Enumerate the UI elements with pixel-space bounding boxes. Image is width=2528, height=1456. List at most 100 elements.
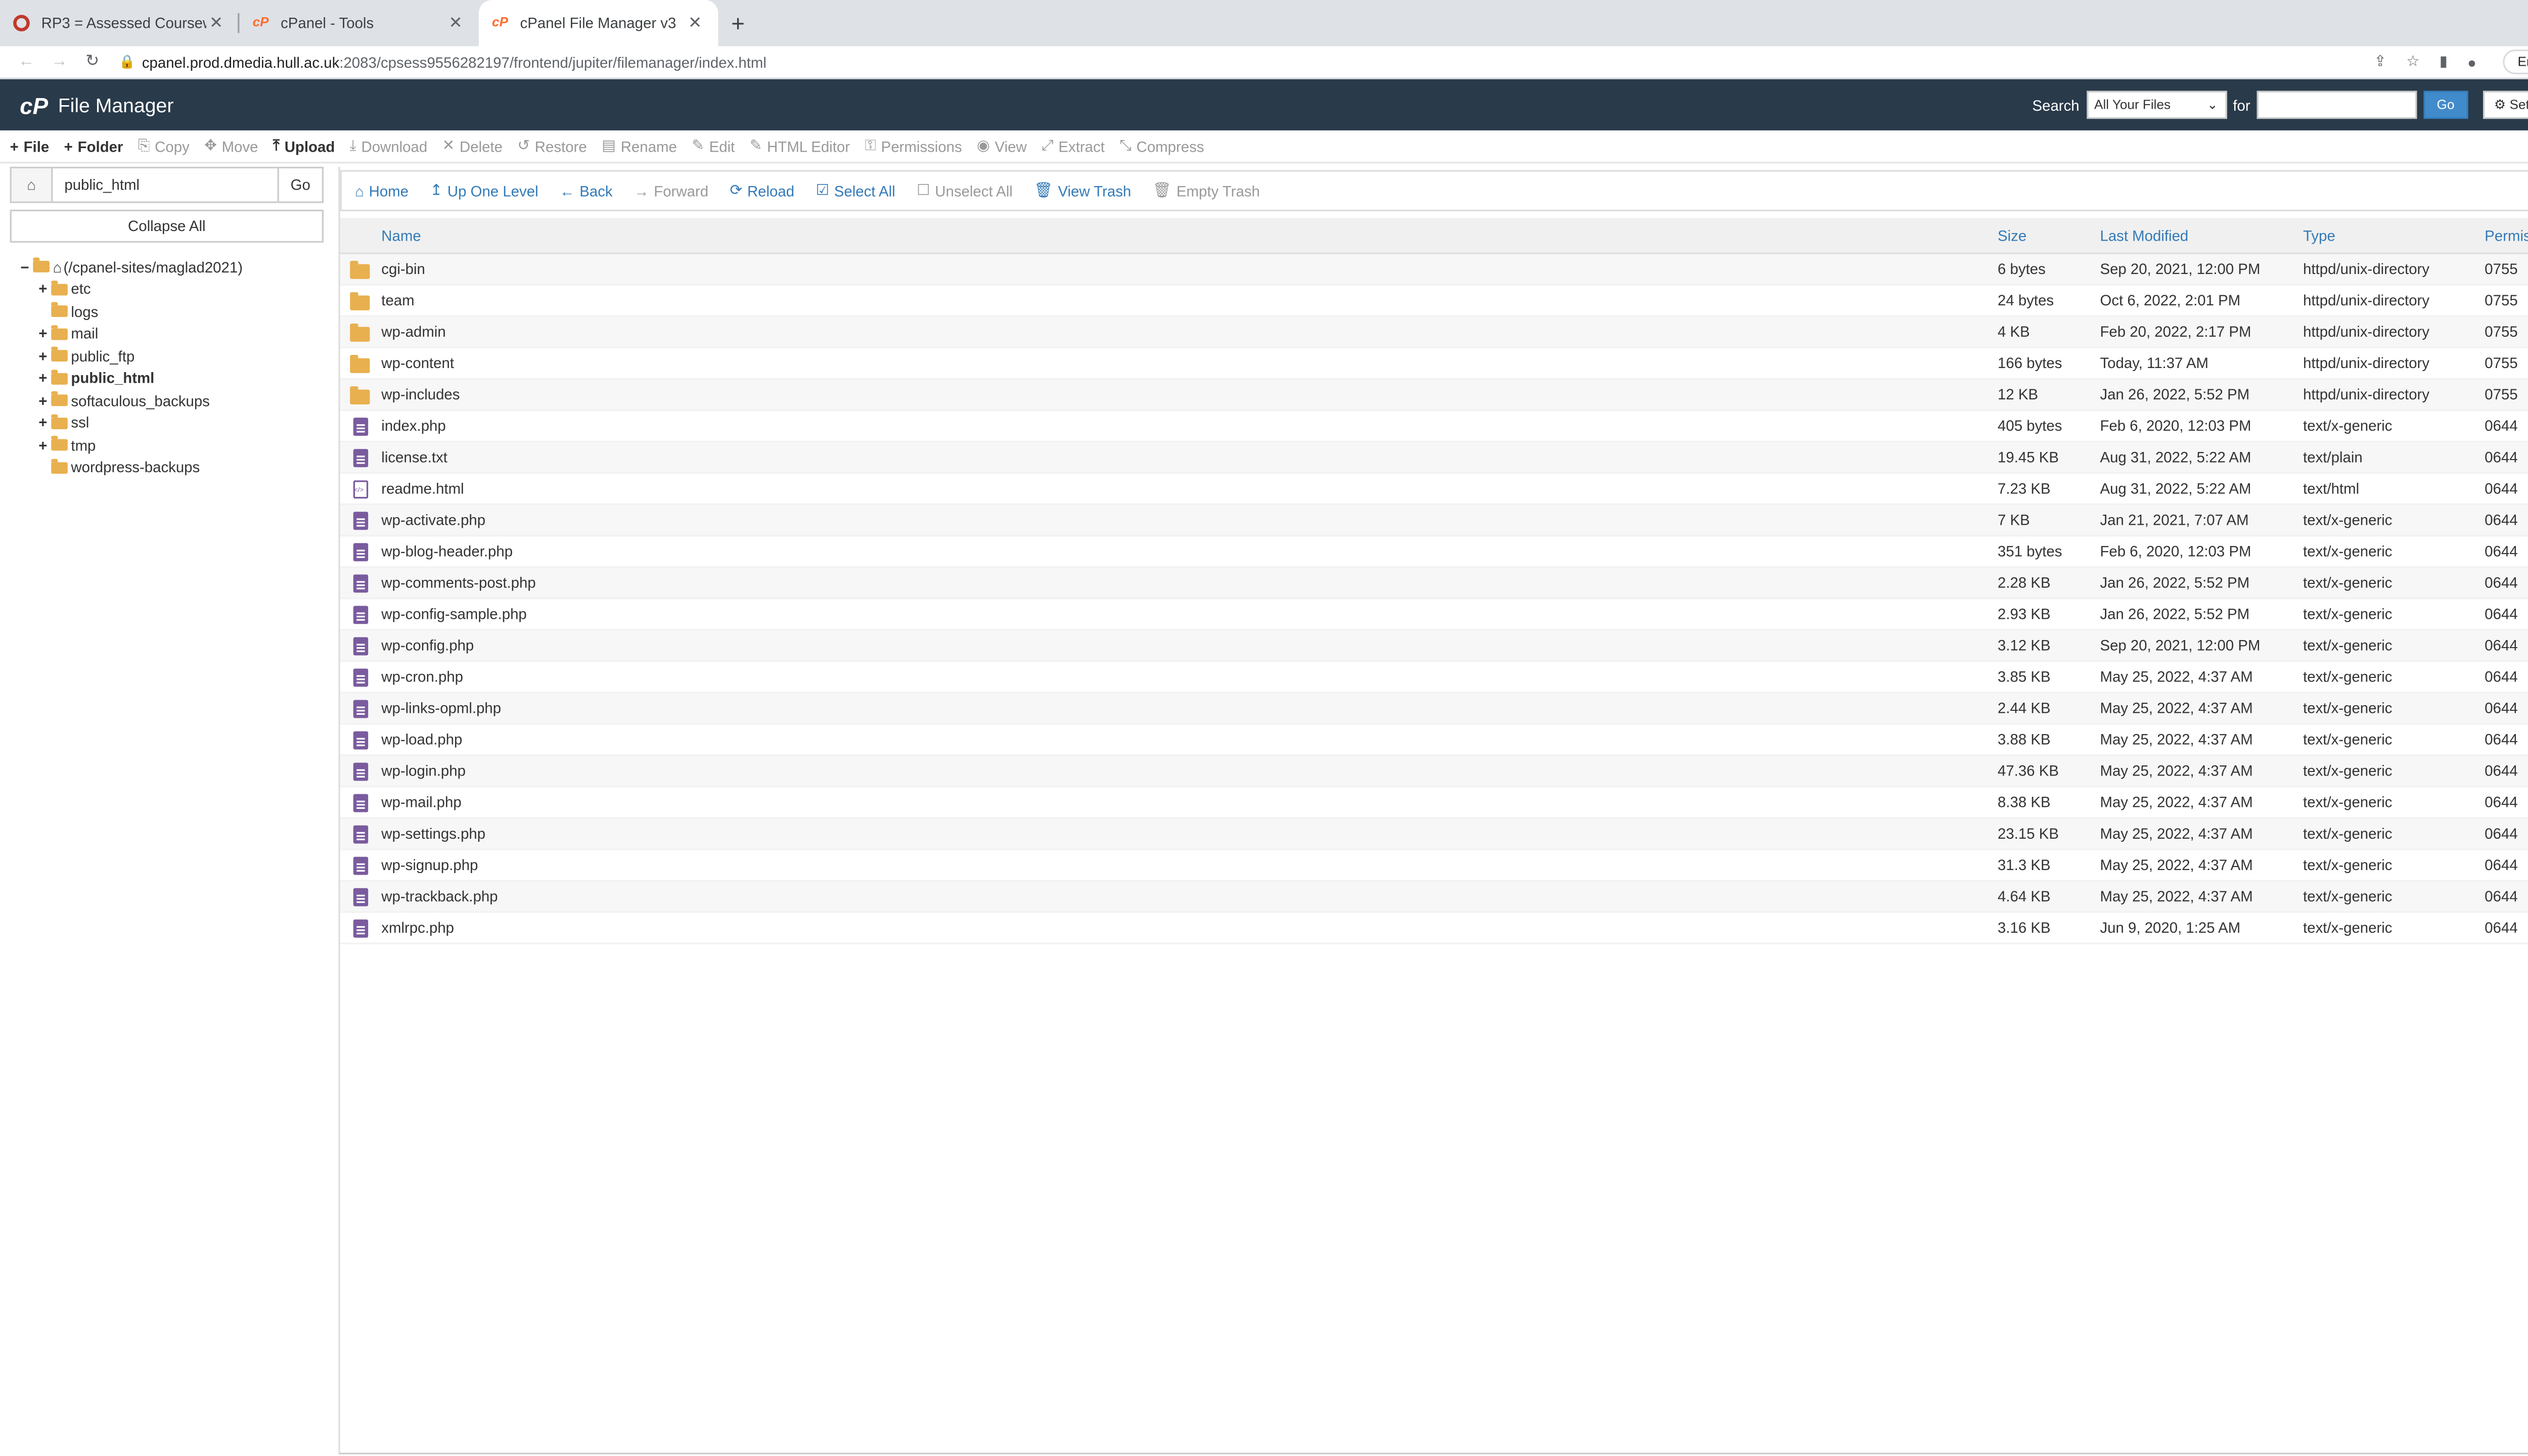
view-icon: ◉ bbox=[977, 137, 990, 154]
table-row[interactable]: wp-links-opml.php 2.44 KB May 25, 2022, 4:… bbox=[340, 693, 2528, 725]
table-row[interactable]: index.php 405 bytes Feb 6, 2020, 12:03 PM t… bbox=[340, 411, 2528, 443]
table-row[interactable]: wp-activate.php 7 KB Jan 21, 2021, 7:07 AM… bbox=[340, 505, 2528, 537]
search-go-button[interactable]: Go bbox=[2423, 90, 2468, 119]
search-input[interactable] bbox=[2256, 90, 2417, 119]
html-editor-button[interactable]: ✎ HTML Editor bbox=[750, 137, 850, 155]
browser-tab-rp3[interactable]: RP3 = Assessed Coursework - ✕ bbox=[0, 0, 240, 46]
column-last-modified[interactable]: Last Modified bbox=[2100, 227, 2303, 244]
sidebar-icon[interactable]: ▮ bbox=[2440, 53, 2448, 71]
folder-button[interactable]: + Folder bbox=[64, 138, 123, 155]
table-row[interactable]: wp-blog-header.php 351 bytes Feb 6, 2020, … bbox=[340, 536, 2528, 568]
rename-button[interactable]: ▤ Rename bbox=[602, 137, 677, 155]
empty-trash-button[interactable]: 🗑 Empty Trash bbox=[1153, 181, 1260, 200]
forward-arrow-icon[interactable]: → bbox=[43, 53, 76, 71]
collapse-toggle-icon[interactable]: − bbox=[17, 259, 33, 276]
table-row[interactable]: xmlrpc.php 3.16 KB Jun 9, 2020, 1:25 AM tex… bbox=[340, 913, 2528, 944]
table-row[interactable]: readme.html 7.23 KB Aug 31, 2022, 5:22 AM t… bbox=[340, 474, 2528, 506]
expand-toggle-icon[interactable]: + bbox=[35, 415, 52, 431]
new-tab-icon[interactable]: + bbox=[718, 0, 757, 46]
table-row[interactable]: wp-mail.php 8.38 KB May 25, 2022, 4:37 AM t… bbox=[340, 788, 2528, 819]
browser-tab-cpanel-tools[interactable]: cP cPanel - Tools ✕ bbox=[239, 0, 478, 46]
expand-toggle-icon[interactable]: + bbox=[35, 348, 52, 365]
reload-button[interactable]: ⟳ Reload bbox=[730, 181, 795, 200]
share-icon[interactable]: ⇪ bbox=[2374, 53, 2386, 71]
download-button[interactable]: ⤓ Download bbox=[350, 137, 428, 155]
forward-button[interactable]: → Forward bbox=[634, 183, 708, 199]
expand-toggle-icon[interactable]: + bbox=[35, 437, 52, 453]
star-icon[interactable]: ☆ bbox=[2406, 53, 2419, 71]
path-go-button[interactable]: Go bbox=[277, 168, 322, 202]
expand-toggle-icon[interactable]: + bbox=[35, 326, 52, 342]
table-row[interactable]: wp-includes 12 KB Jan 26, 2022, 5:52 PM htt… bbox=[340, 380, 2528, 412]
copy-button[interactable]: ⎘ Copy bbox=[138, 137, 190, 155]
file-button[interactable]: + File bbox=[10, 138, 50, 155]
tree-item-logs[interactable]: logs bbox=[10, 300, 324, 323]
cpanel-logo[interactable]: cP bbox=[20, 92, 48, 118]
table-row[interactable]: wp-load.php 3.88 KB May 25, 2022, 4:37 AM t… bbox=[340, 724, 2528, 756]
unselect-all-button[interactable]: ☐ Unselect All bbox=[917, 181, 1013, 200]
table-row[interactable]: wp-config.php 3.12 KB Sep 20, 2021, 12:00 … bbox=[340, 630, 2528, 662]
tree-root[interactable]: − ⌂ (/cpanel-sites/maglad2021) bbox=[10, 256, 324, 278]
folder-icon bbox=[51, 436, 68, 451]
tree-item-ssl[interactable]: + ssl bbox=[10, 412, 324, 434]
edit-button[interactable]: ✎ Edit bbox=[692, 137, 735, 155]
close-icon[interactable]: ✕ bbox=[446, 14, 466, 32]
file-type: text/x-generic bbox=[2303, 700, 2392, 717]
collapse-all-button[interactable]: Collapse All bbox=[10, 209, 324, 243]
table-row[interactable]: wp-signup.php 31.3 KB May 25, 2022, 4:37 A… bbox=[340, 850, 2528, 882]
extract-button[interactable]: ⤢ Extract bbox=[1042, 137, 1105, 155]
error-button[interactable]: Error ⋮ bbox=[2503, 49, 2528, 74]
close-icon[interactable]: ✕ bbox=[206, 14, 226, 32]
settings-button[interactable]: ⚙ Settings bbox=[2482, 90, 2528, 119]
table-row[interactable]: wp-config-sample.php 2.93 KB Jan 26, 2022,… bbox=[340, 599, 2528, 631]
permissions-button[interactable]: ⚿ Permissions bbox=[865, 137, 962, 155]
reload-icon[interactable]: ↻ bbox=[76, 53, 109, 71]
table-row[interactable]: wp-cron.php 3.85 KB May 25, 2022, 4:37 AM t… bbox=[340, 662, 2528, 694]
view-trash-button[interactable]: 🗑 View Trash bbox=[1034, 181, 1131, 200]
move-button[interactable]: ✥ Move bbox=[204, 137, 258, 155]
home-icon[interactable]: ⌂ bbox=[11, 168, 53, 202]
tree-item-public-ftp[interactable]: + public_ftp bbox=[10, 345, 324, 367]
tree-item-public-html[interactable]: + public_html bbox=[10, 368, 324, 390]
expand-toggle-icon[interactable]: + bbox=[35, 392, 52, 409]
column-name[interactable]: Name bbox=[380, 227, 1998, 244]
file-name: wp-signup.php bbox=[381, 856, 478, 874]
tree-item-tmp[interactable]: + tmp bbox=[10, 434, 324, 457]
tree-item-softaculous-backups[interactable]: + softaculous_backups bbox=[10, 390, 324, 412]
upload-button[interactable]: ⤒ Upload bbox=[273, 137, 335, 155]
table-row[interactable]: wp-trackback.php 4.64 KB May 25, 2022, 4:3… bbox=[340, 881, 2528, 913]
delete-button[interactable]: ✕ Delete bbox=[442, 137, 503, 155]
search-scope-select[interactable]: All Your Files ⌄ bbox=[2086, 90, 2227, 119]
tree-item-etc[interactable]: + etc bbox=[10, 278, 324, 300]
view-button[interactable]: ◉ View bbox=[977, 137, 1027, 155]
file-type: text/x-generic bbox=[2303, 543, 2392, 560]
tree-item-mail[interactable]: + mail bbox=[10, 323, 324, 345]
expand-toggle-icon[interactable]: + bbox=[35, 281, 52, 298]
file-modified: Jan 26, 2022, 5:52 PM bbox=[2100, 606, 2250, 623]
browser-tab-file-manager[interactable]: cP cPanel File Manager v3 ✕ bbox=[478, 0, 718, 47]
table-row[interactable]: wp-admin 4 KB Feb 20, 2022, 2:17 PM httpd/u… bbox=[340, 316, 2528, 348]
table-row[interactable]: wp-content 166 bytes Today, 11:37 AM httpd/… bbox=[340, 348, 2528, 380]
up-one-level-button[interactable]: ↥ Up One Level bbox=[430, 181, 538, 200]
table-row[interactable]: license.txt 19.45 KB Aug 31, 2022, 5:22 AM… bbox=[340, 442, 2528, 474]
restore-button[interactable]: ↺ Restore bbox=[517, 137, 586, 155]
column-size[interactable]: Size bbox=[1998, 227, 2100, 244]
path-input[interactable]: public_html bbox=[53, 168, 277, 201]
compress-button[interactable]: ⤡ Compress bbox=[1119, 137, 1204, 155]
column-permissions[interactable]: Permissions bbox=[2485, 227, 2528, 244]
url-field[interactable]: 🔒 cpanel.prod.dmedia.hull.ac.uk:2083/cps… bbox=[119, 49, 2374, 75]
table-row[interactable]: cgi-bin 6 bytes Sep 20, 2021, 12:00 PM http… bbox=[340, 254, 2528, 286]
table-row[interactable]: wp-comments-post.php 2.28 KB Jan 26, 2022,… bbox=[340, 568, 2528, 600]
column-type[interactable]: Type bbox=[2303, 227, 2485, 244]
back-arrow-icon[interactable]: ← bbox=[10, 53, 43, 71]
expand-toggle-icon[interactable]: + bbox=[35, 370, 52, 387]
table-row[interactable]: wp-settings.php 23.15 KB May 25, 2022, 4:3… bbox=[340, 818, 2528, 850]
select-all-button[interactable]: ☑ Select All bbox=[816, 181, 895, 200]
back-button[interactable]: ← Back bbox=[560, 183, 613, 199]
home-button[interactable]: ⌂ Home bbox=[355, 183, 409, 199]
profile-icon[interactable]: ● bbox=[2467, 54, 2476, 70]
table-row[interactable]: wp-login.php 47.36 KB May 25, 2022, 4:37 A… bbox=[340, 756, 2528, 788]
tree-item-wordpress-backups[interactable]: wordpress-backups bbox=[10, 457, 324, 479]
close-icon[interactable]: ✕ bbox=[685, 14, 705, 32]
table-row[interactable]: team 24 bytes Oct 6, 2022, 2:01 PM httpd/un… bbox=[340, 286, 2528, 317]
